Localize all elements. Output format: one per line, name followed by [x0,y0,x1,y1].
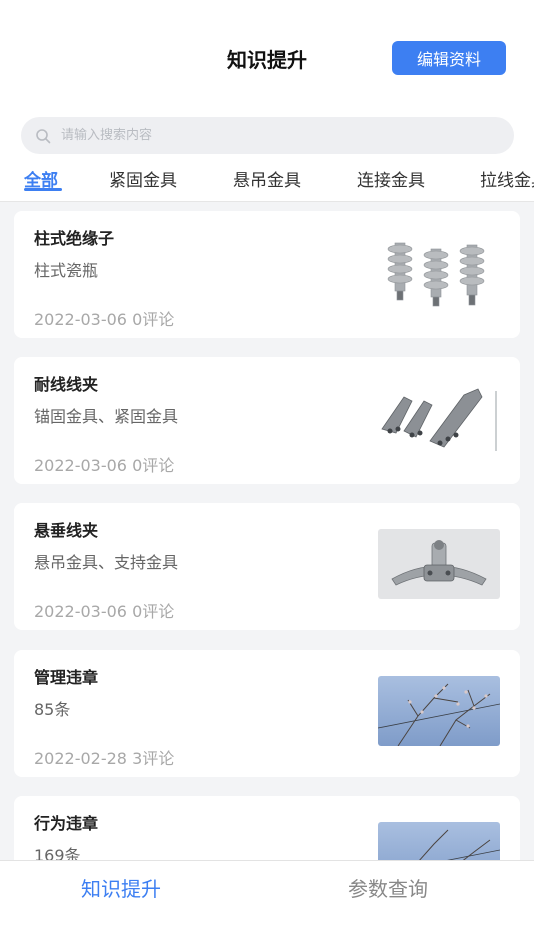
tab-suspension-fittings[interactable]: 悬吊金具 [233,166,301,191]
list-item[interactable]: 行为违章 169条 [14,796,520,860]
item-meta: 2022-02-28 3评论 [34,749,175,768]
header-bar: 知识提升 编辑资料 [0,0,534,100]
nav-knowledge[interactable]: 知识提升 [81,873,161,902]
item-meta: 2022-03-06 0评论 [34,310,175,329]
item-meta: 2022-03-06 0评论 [34,456,175,475]
category-tabs: 全部 紧固金具 悬吊金具 连接金具 拉线金具 [0,160,534,202]
item-title: 柱式绝缘子 [34,229,115,248]
power-line-sky-image [378,822,500,860]
item-title: 耐线线夹 [34,375,99,394]
tab-connection-fittings[interactable]: 连接金具 [357,166,425,191]
item-title: 管理违章 [34,668,99,687]
search-bar[interactable] [21,117,514,154]
suspension-clamp-image [378,529,500,599]
edit-profile-button[interactable]: 编辑资料 [392,41,506,75]
search-icon [36,128,51,143]
item-title: 悬垂线夹 [34,521,99,540]
list-item[interactable]: 耐线线夹 锚固金具、紧固金具 2022-03-06 0评论 [14,357,520,484]
article-list: 柱式绝缘子 柱式瓷瓶 2022-03-06 0评论 耐线线夹 锚固金具、紧固金具… [0,202,534,860]
item-meta: 2022-03-06 0评论 [34,602,175,621]
list-item[interactable]: 管理违章 85条 2022-02-28 3评论 [14,650,520,777]
power-line-sky-image [378,676,500,746]
strain-clamps-image [378,383,500,453]
active-tab-indicator [24,188,62,191]
item-subtitle: 悬吊金具、支持金具 [34,553,179,572]
post-insulators-image [378,237,500,307]
item-subtitle: 85条 [34,700,71,719]
list-item[interactable]: 悬垂线夹 悬吊金具、支持金具 2022-03-06 0评论 [14,503,520,630]
list-item[interactable]: 柱式绝缘子 柱式瓷瓶 2022-03-06 0评论 [14,211,520,338]
tab-fastening-fittings[interactable]: 紧固金具 [109,166,177,191]
nav-parameter-query[interactable]: 参数查询 [348,873,428,902]
item-subtitle: 169条 [34,846,81,860]
tab-stay-wire-fittings[interactable]: 拉线金具 [480,166,534,191]
search-input[interactable] [59,127,483,144]
item-subtitle: 柱式瓷瓶 [34,261,99,280]
item-subtitle: 锚固金具、紧固金具 [34,407,179,426]
item-title: 行为违章 [34,814,99,833]
bottom-navigation: 知识提升 参数查询 [0,860,534,951]
